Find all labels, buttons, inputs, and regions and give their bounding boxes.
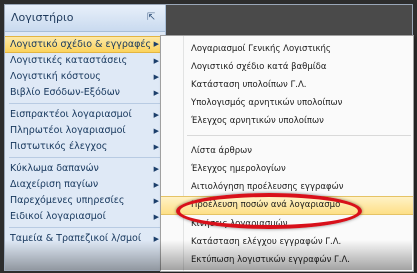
nav-divider [9,157,161,158]
menu-item-articles-list[interactable]: Λίστα άρθρων [161,142,413,160]
chevron-right-icon: ▶ [153,127,159,135]
workspace-background [166,5,412,35]
nav-divider [9,227,161,228]
menu-item-journal-check[interactable]: Έλεγχος ημερολογίων [161,160,413,178]
pin-icon[interactable]: ⇱ [147,13,159,23]
chevron-right-icon: ▶ [153,111,159,119]
chevron-right-icon: ▶ [153,235,159,243]
chevron-right-icon: ▶ [153,40,159,48]
nav-item-income-expense-book[interactable]: Βιβλίο Εσόδων-Εξόδων ▶ [5,85,165,101]
menu-item-check-negative-balances[interactable]: Έλεγχος αρνητικών υπολοίπων [161,112,413,130]
nav-item-credit-control[interactable]: Πιστωτικός έλεγχος ▶ [5,139,165,155]
menu-item-entry-origin-justification[interactable]: Αιτιολόγηση προέλευσης εγγραφών [161,178,413,196]
nav-item-special-accounts[interactable]: Ειδικοί λογαριασμοί ▶ [5,209,165,225]
menu-item-entry-check-statement[interactable]: Κατάσταση ελέγχου εγγραφών Γ.Λ. [161,233,413,251]
nav-item-fixed-assets[interactable]: Διαχείριση παγίων ▶ [5,177,165,193]
navigation-pane: Λογιστήριο ⇱ Λογιστικό σχέδιο & εγγραφές… [5,5,166,270]
nav-item-accounting-statements[interactable]: Λογιστικές καταστάσεις ▶ [5,53,165,69]
chevron-right-icon: ▶ [153,89,159,97]
nav-item-accounting-plan[interactable]: Λογιστικό σχέδιο & εγγραφές ▶ [5,36,165,53]
nav-divider [9,103,161,104]
nav-item-cost-accounting[interactable]: Λογιστική κόστους ▶ [5,69,165,85]
chevron-right-icon: ▶ [153,181,159,189]
chevron-right-icon: ▶ [153,73,159,81]
menu-item-plan-by-level[interactable]: Λογιστικό σχέδιο κατά βαθμίδα [161,58,413,76]
menu-divider [187,135,411,136]
menu-item-print-entries[interactable]: Εκτύπωση λογιστικών εγγραφών Γ.Λ. [161,251,413,269]
menu-item-gl-accounts[interactable]: Λογαριασμοί Γενικής Λογιστικής [161,40,413,58]
nav-item-cash-banks[interactable]: Ταμεία & Τραπεζικοί λ/σμοί ▶ [5,231,165,247]
chevron-right-icon: ▶ [153,57,159,65]
menu-item-account-movements[interactable]: Κινήσεις λογαριασμών [161,215,413,233]
menu-item-calc-negative-balances[interactable]: Υπολογισμός αρνητικών υπολοίπων [161,94,413,112]
menu-item-amount-origin-by-account[interactable]: Προέλευση ποσών ανά λογαριασμό [161,196,413,215]
chevron-right-icon: ▶ [153,165,159,173]
submenu-accounting-plan: Λογαριασμοί Γενικής Λογιστικής Λογιστικό… [160,35,414,272]
nav-item-expense-cycle[interactable]: Κύκλωμα δαπανών ▶ [5,161,165,177]
menu-item-balance-statement[interactable]: Κατάσταση υπολοίπων Γ.Λ. [161,76,413,94]
nav-item-receivables[interactable]: Εισπρακτέοι λογαριασμοί ▶ [5,107,165,123]
chevron-right-icon: ▶ [153,213,159,221]
chevron-right-icon: ▶ [153,143,159,151]
nav-item-payables[interactable]: Πληρωτέοι λογαριασμοί ▶ [5,123,165,139]
chevron-right-icon: ▶ [153,197,159,205]
nav-header: Λογιστήριο ⇱ [5,5,165,32]
nav-item-services[interactable]: Παρεχόμενες υπηρεσίες ▶ [5,193,165,209]
nav-header-title: Λογιστήριο [11,11,74,24]
application-window: Λογιστήριο ⇱ Λογιστικό σχέδιο & εγγραφές… [4,4,414,272]
